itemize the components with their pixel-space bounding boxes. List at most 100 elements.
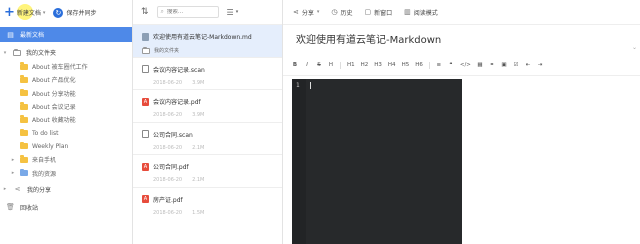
markdown-preview [462, 79, 640, 244]
h2-button[interactable]: H2 [361, 62, 369, 68]
quote-button[interactable]: ❝ [448, 62, 454, 68]
nav-my-folders[interactable]: ▾ 我的文件夹 [0, 45, 132, 60]
indent-button[interactable]: ⇥ [537, 62, 543, 68]
folder-item[interactable]: About 会议记录 [0, 100, 132, 113]
history-icon: ◷ [331, 8, 338, 16]
note-list: ⇅ ⌕ ☰ ▾ 欢迎使用有道云笔记-Markdown.md 我的文件夹 会议内容… [133, 0, 283, 244]
folder-icon [20, 62, 28, 70]
markdown-source-editor[interactable]: 1 [292, 79, 462, 244]
view-mode-button[interactable]: ☰ ▾ [227, 8, 239, 17]
folder-item[interactable]: About 收藏功能 [0, 113, 132, 126]
folder-icon [20, 128, 28, 137]
search-input[interactable] [166, 9, 215, 15]
chevron-down-icon: ▾ [235, 9, 239, 15]
folder-item[interactable]: About 分享功能 [0, 87, 132, 100]
history-button[interactable]: ◷ 历史 [331, 8, 352, 17]
markdown-toolbar: B I S H H1 H2 H3 H4 H5 H6 ≡ ❝ </> ▦ ⚭ ▣ … [292, 60, 543, 70]
heading-button[interactable]: H [328, 62, 334, 68]
folder-item-from-phone[interactable]: ▸ 来自手机 [0, 153, 132, 166]
h5-button[interactable]: H5 [402, 62, 410, 68]
image-button[interactable]: ▣ [501, 62, 507, 68]
note-item[interactable]: 公司合同.scan 2018-06-20 2.1M [133, 123, 282, 156]
note-size: 2.1M [192, 144, 205, 151]
table-button[interactable]: ▦ [477, 62, 483, 68]
scan-file-icon [142, 65, 149, 74]
note-item[interactable]: A 公司合同.pdf 2018-06-20 2.1M [133, 155, 282, 188]
folder-label: Weekly Plan [32, 142, 69, 150]
note-item[interactable]: A 房产证.pdf 2018-06-20 1.5M [133, 188, 282, 221]
note-title-input[interactable] [296, 30, 636, 46]
list-view-icon: ☰ [226, 7, 234, 17]
line-number-gutter [292, 79, 306, 244]
folder-label: About 产品优化 [32, 77, 76, 85]
list-button[interactable]: ≡ [436, 62, 442, 68]
nav-my-shares-label: 我的分享 [27, 186, 52, 194]
folder-item[interactable]: About 被车圈代工作 [0, 60, 132, 73]
folder-icon [20, 75, 28, 83]
code-button[interactable]: </> [460, 62, 471, 68]
note-title: 会议内容记录.scan [153, 66, 205, 74]
share-label: 分享 [301, 9, 314, 17]
h6-button[interactable]: H6 [415, 62, 423, 68]
folder-label: 我的资源 [32, 170, 57, 178]
toolbar-divider [428, 61, 430, 69]
h1-button[interactable]: H1 [347, 62, 355, 68]
folder-label: About 收藏功能 [32, 117, 76, 125]
h4-button[interactable]: H4 [388, 62, 396, 68]
chevron-down-icon[interactable]: ⌄ [632, 44, 637, 51]
note-item[interactable]: A 会议内容记录.pdf 2018-06-20 3.9M [133, 90, 282, 123]
link-button[interactable]: ⚭ [489, 62, 495, 68]
scan-file-icon [142, 130, 149, 139]
chevron-down-icon: ▾ [3, 49, 7, 56]
folder-item[interactable]: About 产品优化 [0, 73, 132, 86]
strikethrough-button[interactable]: S [316, 62, 322, 68]
search-box[interactable]: ⌕ [156, 6, 219, 18]
top-actions: + 新建文档 ▾ ↻ 保存并同步 [0, 0, 132, 25]
italic-button[interactable]: I [304, 62, 310, 68]
h3-button[interactable]: H3 [374, 62, 382, 68]
toolbar-divider [283, 75, 640, 76]
plus-icon: + [4, 5, 15, 20]
sort-icon[interactable]: ⇅ [141, 7, 149, 17]
bold-button[interactable]: B [292, 62, 298, 68]
note-size: 3.9M [192, 79, 205, 86]
folder-item[interactable]: Weekly Plan [0, 140, 132, 153]
history-label: 历史 [340, 9, 353, 17]
note-size: 3.9M [192, 112, 205, 119]
folder-icon [20, 102, 28, 110]
note-item[interactable]: 会议内容记录.scan 2018-06-20 3.9M [133, 58, 282, 91]
new-window-button[interactable]: ▢ 新窗口 [365, 8, 393, 17]
editor: ⋖ 分享 ▾ ◷ 历史 ▢ 新窗口 ▥ 阅读模式 ⌄ B I S H H1 H2… [283, 0, 640, 244]
nav-latest-docs[interactable]: ▤ 最新文档 [0, 27, 132, 42]
nav-my-shares[interactable]: ▸ ⋖ 我的分享 [0, 182, 132, 197]
folder-label: To do list [32, 129, 59, 137]
search-icon: ⌕ [160, 8, 164, 15]
folder-item[interactable]: To do list [0, 126, 132, 139]
outdent-button[interactable]: ⇤ [525, 62, 531, 68]
note-date: 2018-06-20 [153, 79, 183, 86]
share-button[interactable]: ⋖ 分享 ▾ [293, 8, 319, 17]
save-sync-button[interactable]: ↻ 保存并同步 [53, 7, 96, 18]
new-window-icon: ▢ [364, 8, 372, 16]
chevron-right-icon: ▸ [3, 186, 7, 193]
line-number: 1 [296, 82, 300, 89]
folder-item-my-resources[interactable]: ▸ 我的资源 [0, 166, 132, 179]
folder-icon [20, 88, 28, 97]
pdf-file-icon: A [142, 97, 149, 106]
nav-trash[interactable]: 🗑 回收站 [0, 200, 132, 215]
folder-label: About 被车圈代工作 [32, 64, 88, 72]
new-document-button[interactable]: + 新建文档 ▾ [4, 4, 45, 20]
note-title: 会议内容记录.pdf [153, 99, 201, 107]
share-icon: ⋖ [14, 185, 21, 194]
note-date: 2018-06-20 [153, 112, 183, 119]
read-mode-label: 阅读模式 [413, 9, 438, 17]
trash-icon: 🗑 [6, 203, 15, 212]
chevron-right-icon: ▸ [11, 156, 15, 163]
read-mode-button[interactable]: ▥ 阅读模式 [404, 8, 438, 17]
folder-icon [20, 168, 28, 177]
note-item[interactable]: 欢迎使用有道云笔记-Markdown.md 我的文件夹 [133, 25, 282, 58]
note-date: 2018-06-20 [153, 177, 183, 184]
text-cursor [310, 82, 311, 89]
note-title: 欢迎使用有道云笔记-Markdown.md [153, 34, 252, 41]
task-button[interactable]: ☑ [513, 62, 519, 68]
